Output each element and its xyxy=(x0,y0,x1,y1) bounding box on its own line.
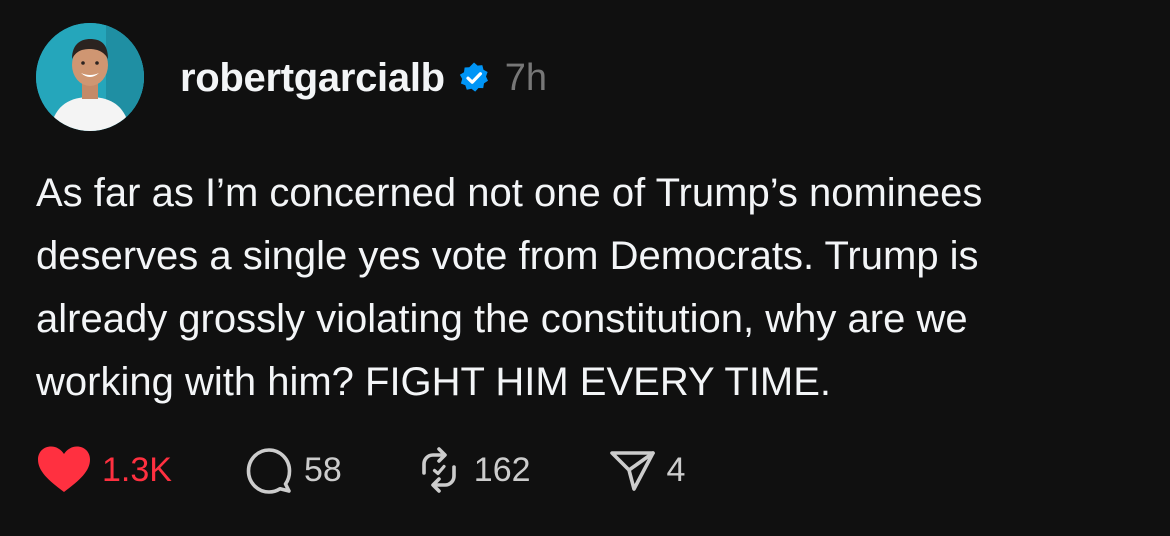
repost-button[interactable]: 162 xyxy=(414,445,531,495)
post-header: robertgarcialb 7h xyxy=(180,52,547,104)
avatar[interactable] xyxy=(36,23,144,131)
repost-count: 162 xyxy=(473,450,531,489)
username[interactable]: robertgarcialb xyxy=(180,56,445,101)
like-button[interactable]: 1.3K xyxy=(36,445,172,495)
send-icon xyxy=(607,445,657,495)
heart-icon xyxy=(36,445,92,495)
threads-post: robertgarcialb 7h As far as I’m concerne… xyxy=(0,0,1170,536)
reply-button[interactable]: 58 xyxy=(244,445,342,495)
post-text-line: already grossly violating the constituti… xyxy=(36,297,968,341)
post-text-line: working with him? FIGHT HIM EVERY TIME. xyxy=(36,360,832,404)
repost-icon xyxy=(414,445,464,495)
like-count: 1.3K xyxy=(102,450,172,489)
comment-icon xyxy=(244,445,294,495)
post-text: As far as I’m concerned not one of Trump… xyxy=(36,162,1146,414)
verified-badge-icon xyxy=(457,61,491,95)
post-actions: 1.3K 58 162 4 xyxy=(36,444,685,496)
reply-count: 58 xyxy=(303,450,342,489)
profile-photo-icon xyxy=(36,23,144,131)
share-count: 4 xyxy=(666,450,686,489)
post-text-line: deserves a single yes vote from Democrat… xyxy=(36,234,979,278)
share-button[interactable]: 4 xyxy=(607,445,686,495)
post-text-line: As far as I’m concerned not one of Trump… xyxy=(36,171,983,215)
post-timestamp[interactable]: 7h xyxy=(505,57,547,100)
